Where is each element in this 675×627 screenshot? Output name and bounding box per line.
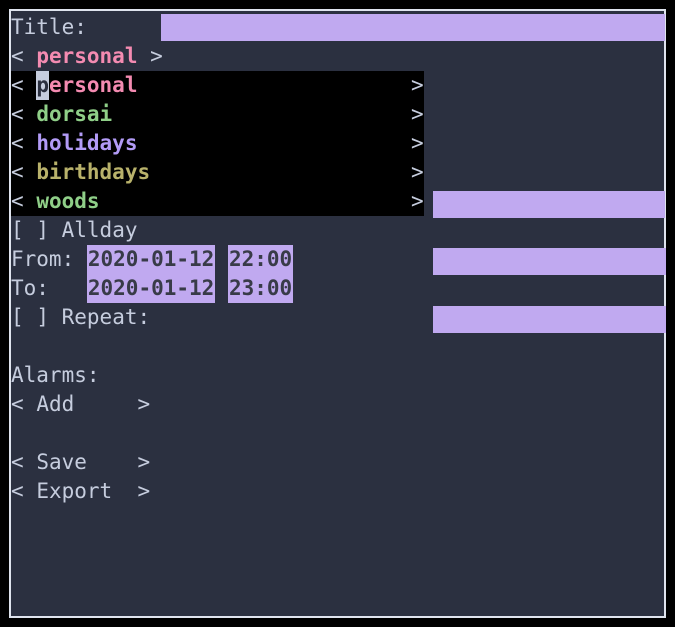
- allday-row[interactable]: [ ] Allday: [11, 216, 664, 245]
- title-row: Title:: [11, 13, 664, 42]
- from-label: From:: [11, 245, 74, 274]
- from-time-input[interactable]: 22:00: [228, 245, 293, 274]
- title-label: Title:: [11, 13, 87, 42]
- option-label: dorsai: [36, 100, 112, 129]
- category-value: personal: [36, 42, 137, 71]
- option-label: woods: [36, 187, 99, 216]
- side-input-2[interactable]: [433, 248, 666, 275]
- save-label: Save: [36, 448, 87, 477]
- export-label: Export: [36, 477, 112, 506]
- save-button[interactable]: < Save >: [11, 448, 664, 477]
- add-label: Add: [36, 390, 74, 419]
- alarms-label-row: Alarms:: [11, 361, 664, 390]
- blank-row-1: [11, 332, 664, 361]
- category-option-woods[interactable]: < woods >: [11, 187, 664, 216]
- category-option-personal[interactable]: < personal >: [11, 71, 664, 100]
- category-selector[interactable]: < personal >: [11, 42, 664, 71]
- option-label: ersonal: [49, 71, 138, 100]
- allday-label: Allday: [62, 216, 138, 245]
- allday-checkbox[interactable]: [ ]: [11, 216, 49, 245]
- to-time-input[interactable]: 23:00: [228, 274, 293, 303]
- category-option-holidays[interactable]: < holidays >: [11, 129, 664, 158]
- alarms-label: Alarms:: [11, 361, 100, 390]
- side-input-3[interactable]: [433, 306, 666, 333]
- event-form-panel: Title: < personal > < personal > < dorsa…: [9, 9, 666, 618]
- to-row: To: 2020-01-12 23:00: [11, 274, 664, 303]
- next-icon[interactable]: >: [150, 42, 163, 71]
- repeat-label: Repeat:: [62, 303, 151, 332]
- to-label: To:: [11, 274, 49, 303]
- prev-icon[interactable]: <: [11, 42, 24, 71]
- repeat-checkbox[interactable]: [ ]: [11, 303, 49, 332]
- blank-row-2: [11, 419, 664, 448]
- option-label: holidays: [36, 129, 137, 158]
- from-date-input[interactable]: 2020-01-12: [87, 245, 215, 274]
- title-input[interactable]: [161, 14, 665, 41]
- option-label: birthdays: [36, 158, 150, 187]
- cursor-highlight: p: [36, 71, 49, 100]
- add-button[interactable]: < Add >: [11, 390, 664, 419]
- category-option-birthdays[interactable]: < birthdays >: [11, 158, 664, 187]
- to-date-input[interactable]: 2020-01-12: [87, 274, 215, 303]
- export-button[interactable]: < Export >: [11, 477, 664, 506]
- category-option-dorsai[interactable]: < dorsai >: [11, 100, 664, 129]
